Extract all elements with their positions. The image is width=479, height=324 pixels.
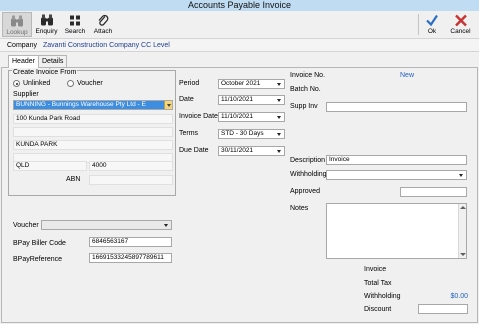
bpay-biller-label: BPay Biller Code: [13, 240, 66, 247]
date-label: Date: [179, 96, 194, 103]
supplier-combo[interactable]: BUNNING - Bunnings Warehouse Pty Ltd - E: [13, 100, 173, 110]
tab-header[interactable]: Header: [8, 55, 39, 68]
search-grid-icon: [70, 15, 80, 26]
totals-withholding-label: Withholding: [364, 293, 401, 300]
ok-button[interactable]: Ok: [421, 12, 443, 37]
binoculars-icon: [40, 14, 53, 26]
unlinked-radio[interactable]: [13, 80, 20, 87]
terms-value: STD - 30 Days: [221, 130, 264, 137]
tab-details[interactable]: Details: [38, 55, 68, 67]
company-row: Company Zavanti Construction Company CC …: [0, 38, 479, 52]
chevron-down-icon[interactable]: [457, 171, 466, 179]
search-button[interactable]: Search: [62, 12, 88, 37]
period-label: Period: [179, 80, 200, 87]
supplier-label: Supplier: [13, 91, 39, 98]
bpay-biller-input[interactable]: 6846563167: [89, 237, 172, 247]
invoice-no-value: New: [400, 72, 415, 79]
lookup-label: Lookup: [6, 29, 28, 36]
scroll-up-icon[interactable]: [460, 205, 466, 210]
ok-label: Ok: [427, 28, 437, 35]
notes-scrollbar[interactable]: [458, 204, 466, 258]
cancel-button[interactable]: Cancel: [447, 12, 474, 37]
period-value: October 2021: [221, 80, 261, 87]
paperclip-icon: [98, 14, 109, 26]
voucher-radio-label: Voucher: [77, 80, 103, 87]
supplier-state: QLD: [13, 161, 87, 171]
invoice-date-value: 11/10/2021: [221, 113, 254, 120]
supplier-value: BUNNING - Bunnings Warehouse Pty Ltd - E: [16, 101, 146, 108]
supplier-suburb: KUNDA PARK: [13, 140, 173, 150]
notes-textarea[interactable]: [326, 203, 467, 259]
chevron-down-icon[interactable]: [275, 80, 284, 88]
chevron-down-icon[interactable]: [275, 96, 284, 104]
cancel-label: Cancel: [450, 28, 471, 35]
voucher-combo[interactable]: [41, 220, 172, 230]
binoculars-icon: [11, 15, 23, 27]
description-input[interactable]: Invoice: [326, 155, 467, 165]
supp-inv-label: Supp Inv: [290, 103, 318, 110]
company-label: Company: [7, 42, 37, 49]
supplier-address-line2: [13, 127, 173, 137]
supp-inv-input[interactable]: [326, 102, 467, 112]
scroll-down-icon[interactable]: [460, 252, 466, 257]
chevron-down-icon[interactable]: [162, 221, 171, 229]
chevron-down-icon[interactable]: [275, 147, 284, 155]
due-date-picker[interactable]: 30/11/2021: [218, 146, 285, 156]
attach-label: Attach: [93, 28, 113, 35]
invoice-date-label: Invoice Date: [179, 113, 218, 120]
bpay-ref-label: BPayReference: [13, 256, 63, 263]
chevron-down-icon[interactable]: [275, 130, 284, 138]
unlinked-label: Unlinked: [23, 80, 51, 87]
voucher-label: Voucher: [13, 222, 39, 229]
abn-label: ABN: [66, 176, 81, 183]
invoice-date-picker[interactable]: 11/10/2021: [218, 112, 285, 122]
toolbar: Lookup Enquiry Search Attach Ok Cancel: [0, 11, 479, 38]
enquiry-label: Enquiry: [35, 28, 58, 35]
withholding-select[interactable]: [326, 170, 467, 180]
voucher-radio[interactable]: [67, 80, 74, 87]
discount-input[interactable]: [418, 304, 468, 314]
due-date-label: Due Date: [179, 147, 209, 154]
window-title: Accounts Payable Invoice: [187, 0, 292, 10]
totals-withholding-value: $0.00: [450, 293, 468, 300]
dropdown-arrow-icon[interactable]: [164, 101, 172, 109]
due-date-value: 30/11/2021: [221, 147, 254, 154]
terms-select[interactable]: STD - 30 Days: [218, 129, 285, 139]
period-select[interactable]: October 2021: [218, 79, 285, 89]
totals-discount-label: Discount: [364, 306, 392, 313]
totals-tax-label: Total Tax: [364, 280, 392, 287]
notes-label: Notes: [290, 205, 309, 212]
search-label: Search: [64, 28, 86, 35]
checkmark-icon: [426, 14, 438, 27]
bpay-ref-input[interactable]: 16691533245897789611: [89, 253, 172, 263]
lookup-button[interactable]: Lookup: [2, 12, 32, 37]
attach-button[interactable]: Attach: [90, 12, 116, 37]
description-label: Description: [290, 157, 326, 164]
create-invoice-title: Create Invoice From: [12, 69, 78, 76]
date-picker[interactable]: 11/10/2021: [218, 95, 285, 105]
supplier-address-line1: 100 Kunda Park Road: [13, 114, 173, 124]
toolbar-separator: [418, 14, 419, 35]
company-value: Zavanti Construction Company CC Level: [43, 42, 170, 49]
approved-label: Approved: [290, 188, 320, 195]
withholding-label: Withholding: [290, 171, 327, 178]
totals-invoice-label: Invoice: [364, 266, 387, 273]
abn-value: [89, 175, 173, 185]
supplier-postcode: 4000: [89, 161, 173, 171]
terms-label: Terms: [179, 130, 199, 137]
enquiry-button[interactable]: Enquiry: [33, 12, 60, 37]
approved-input[interactable]: [400, 187, 467, 197]
window-title-bar: Accounts Payable Invoice: [0, 0, 479, 11]
batch-no-label: Batch No.: [290, 86, 321, 93]
invoice-no-label: Invoice No.: [290, 72, 326, 79]
close-icon: [454, 14, 467, 27]
chevron-down-icon[interactable]: [275, 113, 284, 121]
date-value: 11/10/2021: [221, 96, 254, 103]
